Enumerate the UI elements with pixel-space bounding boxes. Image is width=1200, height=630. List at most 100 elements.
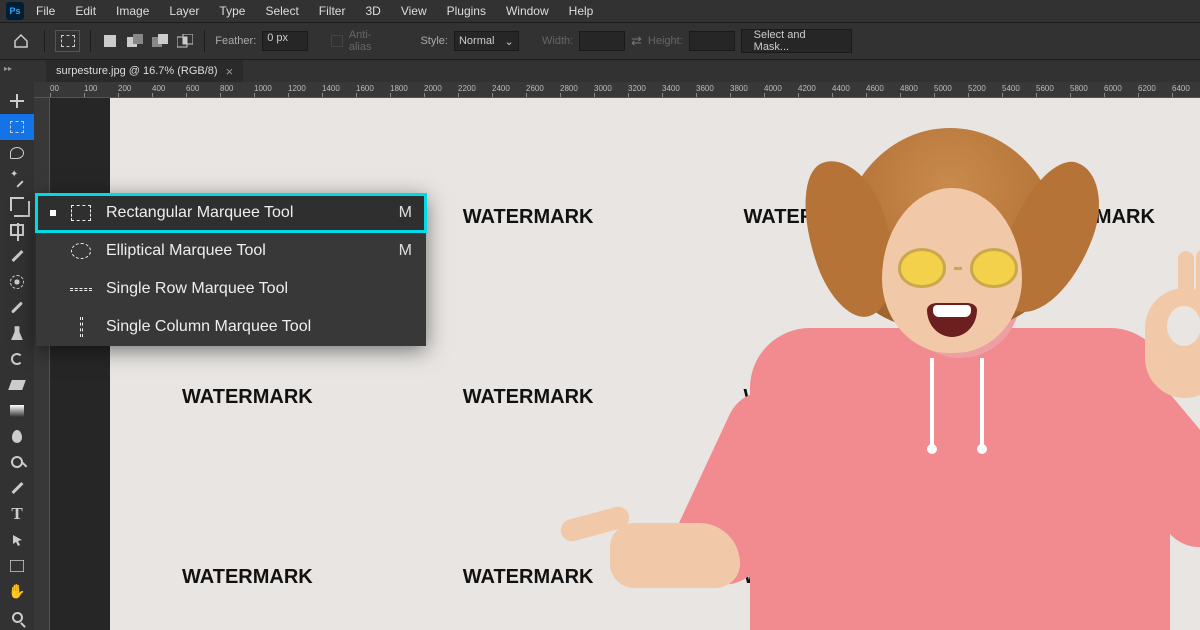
flyout-item-label: Single Row Marquee Tool	[106, 280, 288, 298]
magic-wand-tool[interactable]	[0, 165, 34, 191]
healing-brush-tool[interactable]	[0, 269, 34, 295]
options-bar: Feather: 0 px Anti-alias Style: Normal⌄ …	[0, 22, 1200, 60]
type-icon: T	[11, 504, 22, 524]
watermark-text: WATERMARK	[463, 206, 594, 229]
type-tool[interactable]: T	[0, 501, 34, 527]
selection-add-icon	[127, 34, 143, 48]
style-label: Style:	[420, 35, 448, 47]
history-icon	[11, 353, 23, 365]
ruler-tick: 3800	[730, 84, 748, 93]
frame-tool[interactable]	[0, 217, 34, 243]
selection-new-button[interactable]	[101, 31, 120, 51]
ruler-tick: 1600	[356, 84, 374, 93]
image-subject	[670, 128, 1190, 630]
eraser-tool[interactable]	[0, 372, 34, 398]
path-selection-tool[interactable]	[0, 527, 34, 553]
ruler-tick: 6400	[1172, 84, 1190, 93]
selection-add-button[interactable]	[126, 31, 145, 51]
menu-filter[interactable]: Filter	[311, 2, 354, 20]
healing-icon	[10, 275, 24, 289]
flyout-item-label: Elliptical Marquee Tool	[106, 242, 266, 260]
ruler-tick: 400	[152, 84, 165, 93]
work-area: T ✋ 001002004006008001000120014001600180…	[0, 82, 1200, 630]
lasso-tool[interactable]	[0, 140, 34, 166]
brush-tool[interactable]	[0, 295, 34, 321]
shape-icon	[10, 560, 24, 572]
history-brush-tool[interactable]	[0, 346, 34, 372]
selection-subtract-icon	[152, 34, 168, 48]
brush-icon	[11, 301, 23, 313]
image-content: WATERMARK WATERMARK WATERMARK WATERMARK …	[110, 98, 1200, 630]
menu-file[interactable]: File	[28, 2, 63, 20]
marquee-tool[interactable]	[0, 114, 34, 140]
style-select[interactable]: Normal⌄	[454, 31, 519, 51]
document-canvas[interactable]: WATERMARK WATERMARK WATERMARK WATERMARK …	[50, 98, 1200, 630]
eraser-icon	[8, 380, 26, 390]
gradient-tool[interactable]	[0, 398, 34, 424]
stamp-icon	[11, 326, 23, 340]
selection-new-icon	[103, 34, 117, 48]
frame-icon	[10, 224, 24, 236]
ruler-tick: 5400	[1002, 84, 1020, 93]
dodge-tool[interactable]	[0, 449, 34, 475]
menu-type[interactable]: Type	[211, 2, 253, 20]
eyedropper-tool[interactable]	[0, 243, 34, 269]
menu-edit[interactable]: Edit	[67, 2, 104, 20]
menu-window[interactable]: Window	[498, 2, 557, 20]
single-row-marquee-icon	[70, 278, 92, 300]
tool-preset-picker[interactable]	[55, 30, 80, 52]
hand-icon: ✋	[8, 583, 25, 600]
shape-tool[interactable]	[0, 553, 34, 579]
flyout-item-elliptical-marquee[interactable]: Elliptical Marquee Tool M	[36, 232, 426, 270]
pen-tool[interactable]	[0, 475, 34, 501]
ruler-tick: 1200	[288, 84, 306, 93]
ruler-tick: 4600	[866, 84, 884, 93]
feather-input[interactable]: 0 px	[262, 31, 308, 51]
hand-tool[interactable]: ✋	[0, 578, 34, 604]
panel-collapser[interactable]: ▸▸	[4, 64, 12, 73]
ruler-tick: 5000	[934, 84, 952, 93]
document-tab-bar: surpesture.jpg @ 16.7% (RGB/8) ×	[0, 60, 1200, 82]
ruler-tick: 2000	[424, 84, 442, 93]
flyout-item-single-column-marquee[interactable]: Single Column Marquee Tool	[36, 308, 426, 346]
close-tab-button[interactable]: ×	[226, 64, 234, 79]
menu-plugins[interactable]: Plugins	[439, 2, 494, 20]
ruler-tick: 6000	[1104, 84, 1122, 93]
dodge-icon	[11, 456, 23, 468]
selection-subtract-button[interactable]	[151, 31, 170, 51]
vertical-ruler[interactable]	[34, 98, 50, 630]
selection-intersect-button[interactable]	[175, 31, 194, 51]
flyout-item-single-row-marquee[interactable]: Single Row Marquee Tool	[36, 270, 426, 308]
zoom-tool[interactable]	[0, 604, 34, 630]
ruler-tick: 2200	[458, 84, 476, 93]
flyout-item-rectangular-marquee[interactable]: Rectangular Marquee Tool M	[36, 194, 426, 232]
feather-label: Feather:	[215, 35, 256, 47]
menu-image[interactable]: Image	[108, 2, 157, 20]
clone-stamp-tool[interactable]	[0, 320, 34, 346]
select-and-mask-button[interactable]: Select and Mask...	[741, 29, 852, 53]
canvas-area: 0010020040060080010001200140016001800200…	[34, 82, 1200, 630]
document-tab[interactable]: surpesture.jpg @ 16.7% (RGB/8) ×	[46, 60, 243, 82]
width-input	[579, 31, 625, 51]
home-button[interactable]	[8, 29, 34, 53]
height-input	[689, 31, 735, 51]
ruler-tick: 800	[220, 84, 233, 93]
menu-help[interactable]: Help	[561, 2, 602, 20]
wand-icon	[10, 171, 24, 185]
menu-select[interactable]: Select	[257, 2, 306, 20]
move-tool[interactable]	[0, 88, 34, 114]
blur-tool[interactable]	[0, 424, 34, 450]
crop-tool[interactable]	[0, 191, 34, 217]
rectangular-marquee-icon	[70, 202, 92, 224]
marquee-tool-flyout: Rectangular Marquee Tool M Elliptical Ma…	[36, 194, 426, 346]
watermark-text: WATERMARK	[463, 566, 594, 589]
ruler-tick: 2600	[526, 84, 544, 93]
ruler-tick: 5200	[968, 84, 986, 93]
app-logo: Ps	[6, 2, 24, 20]
zoom-icon	[12, 612, 23, 623]
menu-layer[interactable]: Layer	[161, 2, 207, 20]
menu-view[interactable]: View	[393, 2, 435, 20]
horizontal-ruler[interactable]: 0010020040060080010001200140016001800200…	[34, 82, 1200, 98]
antialias-checkbox	[331, 35, 342, 47]
menu-3d[interactable]: 3D	[357, 2, 388, 20]
